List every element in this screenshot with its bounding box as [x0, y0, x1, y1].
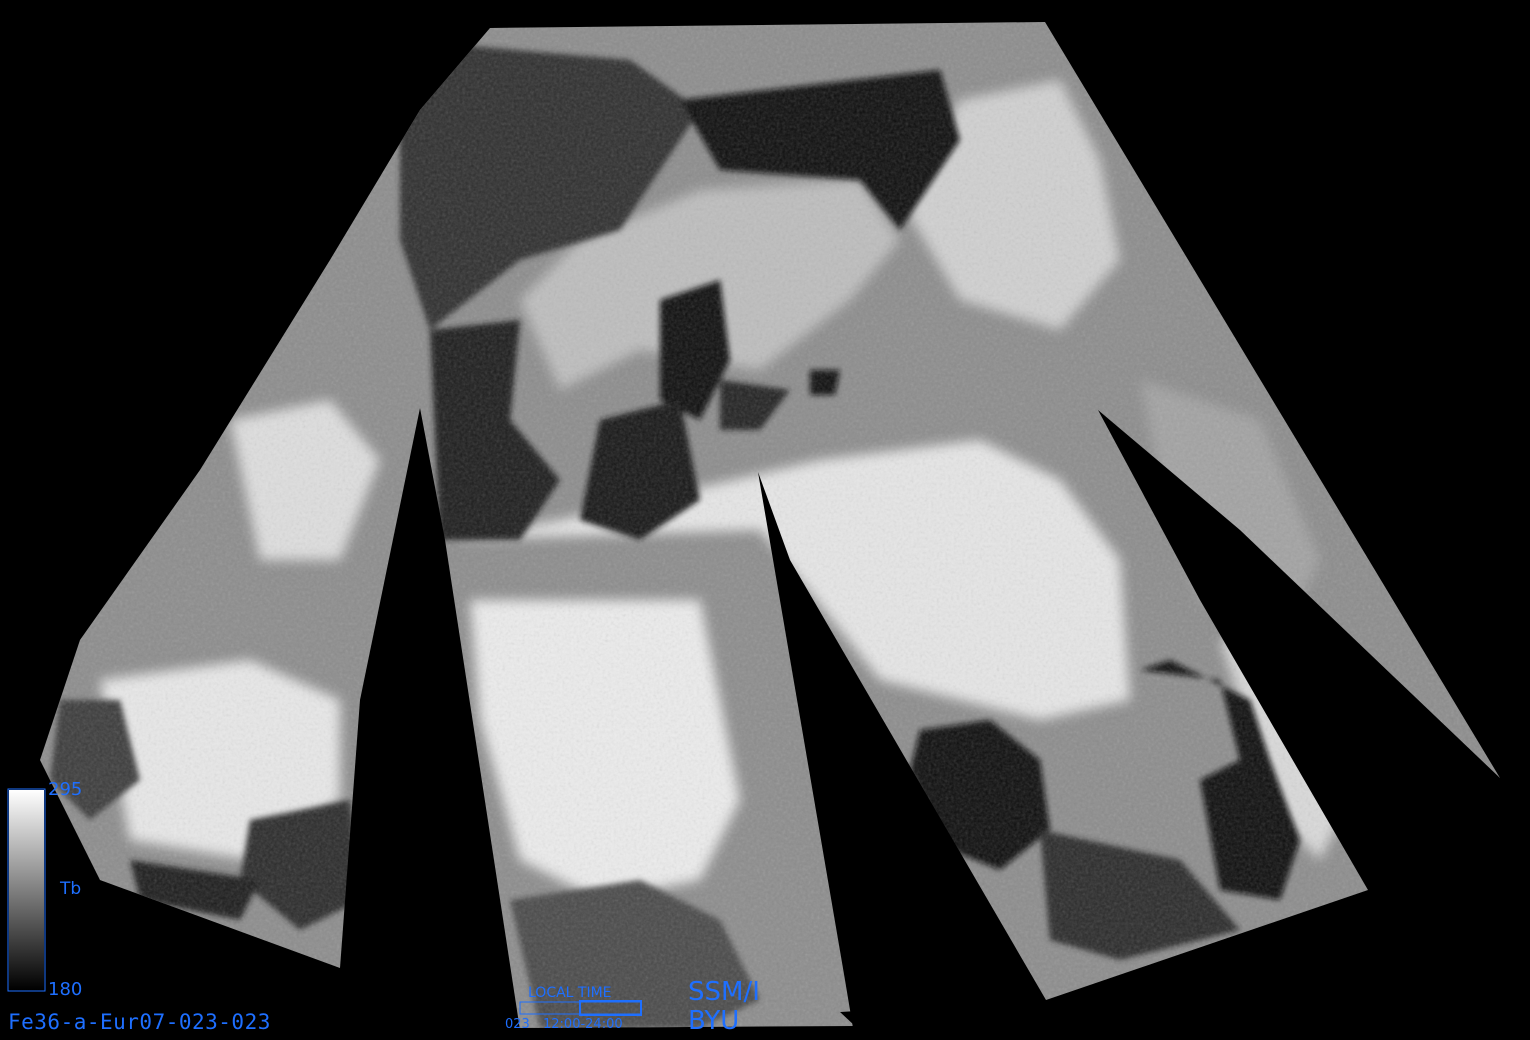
- institution-label: BYU: [688, 1006, 740, 1036]
- colorbar-max-label: 295: [48, 779, 83, 800]
- local-time-range: 12:00-24:00: [543, 1017, 623, 1032]
- brightness-temperature-map: [0, 0, 1530, 1040]
- product-id-label: Fe36-a-Eur07-023-023: [8, 1010, 271, 1034]
- local-time-day: 023: [505, 1017, 530, 1032]
- local-time-label: LOCAL TIME: [528, 985, 612, 1001]
- colorbar: [9, 790, 44, 990]
- sensor-label: SSM/I: [688, 977, 760, 1007]
- colorbar-variable-label: Tb: [60, 879, 82, 899]
- colorbar-min-label: 180: [48, 979, 83, 1000]
